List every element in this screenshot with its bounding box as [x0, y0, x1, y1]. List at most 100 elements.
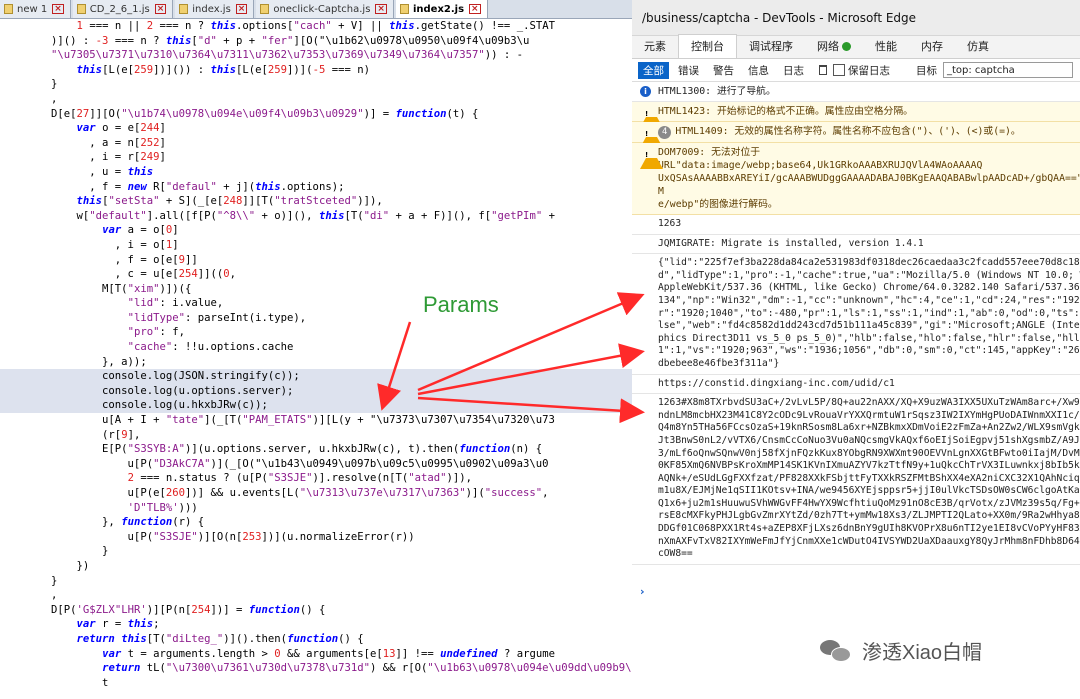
message-text: HTML1409: 无效的属性名称字符。属性名称不应包含(")、(')、(<)或… — [675, 126, 1021, 137]
filter-all[interactable]: 全部 — [638, 61, 669, 79]
encoded-params-log-line: Jt3BnwS0nL2/vVTX6/CnsmCcCoNuo3Vu0aNQcsmg… — [658, 434, 1080, 446]
console-warn-message: ! DOM7009: 无法对位于 URL"data:image/webp;base… — [632, 143, 1080, 215]
code-line: }, a)); — [0, 355, 147, 368]
editor-tab[interactable]: index.js × — [175, 0, 255, 18]
code-line: u[A + I + "tate"](_[T("PAM_ETATS")][L(y … — [0, 414, 555, 427]
info-icon: i — [640, 86, 651, 97]
js-file-icon — [260, 4, 270, 14]
code-line: 1 === n || 2 === n ? this.options["cach"… — [76, 20, 555, 32]
devtools-tab[interactable]: 调试程序 — [737, 38, 805, 58]
code-line: , a = n[252] — [0, 136, 166, 149]
code-line: D[P('G$ZLX"LHR')][P(n[254])] = function(… — [0, 603, 326, 616]
close-tab-icon[interactable]: × — [375, 4, 387, 14]
console-prompt-icon[interactable]: › — [640, 585, 645, 598]
devtools-tab[interactable]: 仿真 — [955, 38, 1001, 58]
json-params-log: {"lid":"225f7ef3ba228da84ca2e531983df031… — [632, 254, 1080, 375]
watermark: 渗透Xiao白帽 — [820, 636, 982, 665]
code-line: var r = this; — [76, 618, 160, 631]
encoded-params-log-line: AQNk+/eSUdLGgFXXfzat/PF828XXkFSbjttFyTXX… — [658, 472, 1080, 484]
code-line: 2 === n.status ? (u[P("S3SJE")].resolve(… — [127, 472, 473, 485]
code-line: E[P("S3SYB:A")](u.options.server, u.hkxb… — [0, 443, 543, 456]
filter-errors[interactable]: 错误 — [673, 62, 704, 79]
json-params-log-line: phics Direct3D11 vs_5_0 ps_5_0)","hlb":f… — [658, 332, 1080, 344]
devtools-tab[interactable]: 元素 — [632, 38, 678, 58]
code-line: "pro": f, — [127, 326, 185, 339]
code-line: u[P("D3AkC7A")](_[O("\u1b43\u0949\u097b\… — [0, 457, 549, 470]
record-indicator-icon — [842, 42, 851, 51]
encoded-params-log-line: ndnLM8mcbHX23M41C8Y2cODc9LvRouaVrYXXQrmt… — [658, 409, 1080, 421]
json-params-log-line: d","lidType":1,"pro":-1,"cache":true,"ua… — [658, 269, 1080, 281]
log-1263: 1263 — [632, 215, 1080, 235]
json-params-log-line: AppleWebKit/537.36 (KHTML, like Gecko) C… — [658, 282, 1080, 294]
code-line: )]() : -3 === n ? this["d" + p + "fer"][… — [0, 34, 530, 47]
editor-tab[interactable]: oneclick-Captcha.js × — [256, 0, 394, 18]
code-line: (r[9], — [0, 428, 141, 441]
filter-warnings[interactable]: 警告 — [708, 62, 739, 79]
devtools-tab[interactable]: 性能 — [863, 38, 909, 58]
code-line: , i = o[1] — [0, 238, 179, 251]
clear-console-icon[interactable] — [819, 65, 827, 75]
filter-info[interactable]: 信息 — [743, 62, 774, 79]
watermark-text: 渗透Xiao白帽 — [862, 642, 983, 664]
code-line: return tL("\u7300\u7361\u730d\u7378\u731… — [102, 662, 632, 675]
encoded-params-log-line: 1263#X8m8TXrbvdSU3aC+/2vLvL5P/8Q+au22nAX… — [658, 397, 1080, 409]
editor-tab[interactable]: CD_2_6_1.js × — [72, 0, 174, 18]
encoded-params-log-line: Q4m8Yn5THa56FCcsOzaS+19knRSosm8La6xr+NZB… — [658, 422, 1080, 434]
encoded-params-log-line: DDGf01C068PXX1Rt4s+aZEP8XFjLXsz6dnBnY9gU… — [658, 523, 1080, 535]
json-params-log-line: r":"1920;1040","to":-480,"pr":1,"ls":1,"… — [658, 307, 1080, 319]
target-select[interactable]: _top: captcha — [943, 62, 1073, 78]
message-text: DOM7009: 无法对位于 URL"data:image/webp;base6… — [658, 147, 1080, 210]
console-filter-bar: 全部 错误 警告 信息 日志 保留日志 目标 _top: captcha — [632, 59, 1080, 82]
code-line: this[L(e[259])]()) : this[L(e[259])](-5 … — [76, 63, 370, 76]
code-line: , i = r[249] — [0, 151, 166, 164]
devtools-window: /business/captcha - DevTools - Microsoft… — [632, 0, 1080, 699]
code-line: this["setSta" + S](_[e[248]][T("tratStce… — [76, 195, 383, 208]
code-line: } — [0, 545, 109, 558]
wechat-icon — [820, 638, 854, 664]
editor-tab-label: index2.js — [412, 3, 465, 15]
editor-tab-label: oneclick-Captcha.js — [273, 3, 371, 15]
code-line: "cache": !!u.options.cache — [127, 341, 294, 354]
code-line: t — [0, 676, 109, 689]
params-annotation-label: Params — [423, 292, 499, 317]
code-area[interactable]: 1 === n || 2 === n ? this.options["cach"… — [0, 19, 632, 699]
encoded-params-log-line: Q1x6+ju2m1sHuuwuSVhWWGvFF4HwYX9WcfhtiuQo… — [658, 497, 1080, 509]
js-file-icon — [4, 4, 13, 14]
target-label: 目标 — [916, 64, 937, 77]
console-warn-message: ! HTML1423: 开始标记的格式不正确。属性应由空格分隔。 — [632, 102, 1080, 128]
devtools-tab-label: 控制台 — [691, 40, 724, 53]
code-line: , c = u[e[254]]((0, — [0, 268, 237, 281]
preserve-log-checkbox[interactable] — [833, 64, 845, 76]
code-line: , f = o[e[9]] — [0, 253, 198, 266]
code-line: u[P(e[260])] && u.events[L("\u7313\u737e… — [0, 487, 549, 499]
code-line: , f = new R["defaul" + j](this.options); — [0, 180, 345, 193]
code-line: return this[T("diLteg_")]().then(functio… — [76, 632, 364, 645]
close-tab-icon[interactable]: × — [154, 4, 167, 14]
editor-tab-label: new 1 — [17, 3, 48, 15]
devtools-tab[interactable]: 网络 — [805, 38, 863, 58]
close-tab-icon[interactable]: × — [469, 4, 481, 14]
code-line: w["default"].all([f[P("^8\\" + o)](), th… — [0, 209, 555, 222]
editor-tab-label: CD_2_6_1.js — [89, 3, 150, 15]
devtools-tab-label: 网络 — [817, 40, 839, 53]
editor-tab[interactable]: index2.js × — [395, 0, 488, 18]
close-tab-icon[interactable]: × — [235, 4, 248, 14]
code-line: 'D"TLB%'))) — [127, 501, 198, 514]
devtools-tab[interactable]: 内存 — [909, 38, 955, 58]
console-output: i HTML1300: 进行了导航。! HTML1423: 开始标记的格式不正确。属… — [632, 82, 1080, 565]
code-line: console.log(u.hkxbJRw(c)); — [0, 398, 632, 414]
editor-tab-bar: new 1 × CD_2_6_1.js × index.js × oneclick-Capt… — [0, 0, 632, 19]
code-line: "\u7305\u7371\u7310\u7364\u7311\u7362\u7… — [51, 49, 524, 62]
code-line: , u = this — [0, 165, 154, 178]
filter-logs[interactable]: 日志 — [778, 62, 809, 79]
devtools-tab-label: 内存 — [921, 40, 943, 53]
devtools-tab[interactable]: 控制台 — [678, 34, 737, 58]
code-line: var a = o[0] — [102, 224, 179, 237]
devtools-tab-label: 调试程序 — [749, 40, 793, 53]
editor-tab-label: index.js — [192, 3, 231, 15]
message-text: HTML1423: 开始标记的格式不正确。属性应由空格分隔。 — [658, 106, 913, 117]
close-tab-icon[interactable]: × — [52, 4, 64, 14]
js-file-icon — [399, 4, 409, 14]
editor-tab[interactable]: new 1 × — [0, 0, 71, 18]
code-line: , — [0, 589, 58, 602]
